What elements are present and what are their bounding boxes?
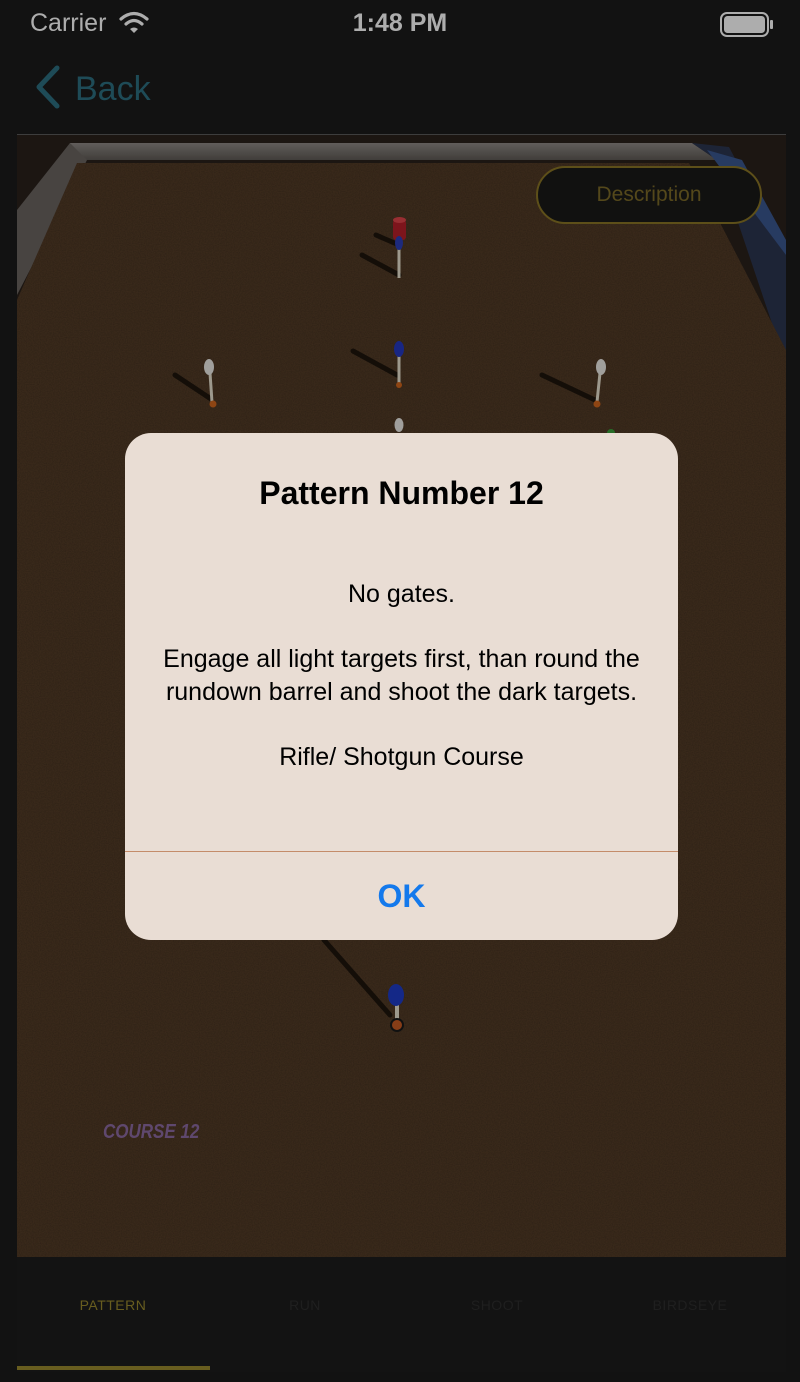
alert-title: Pattern Number 12 (259, 475, 544, 511)
alert-message: No gates. Engage all light targets first… (163, 580, 640, 771)
alert-dialog: Pattern Number 12 No gates. Engage all l… (125, 433, 678, 940)
ok-button[interactable]: OK (125, 852, 678, 940)
